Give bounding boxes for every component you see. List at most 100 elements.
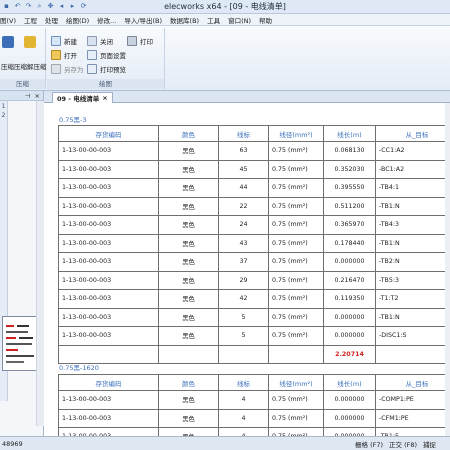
pin-icon[interactable]: ⊣: [25, 92, 31, 100]
table-row[interactable]: 1-13-00-00-003 黑色 4 0.75 (mm²) 0.000000 -CFM1…: [58, 408, 450, 428]
grid-toggle[interactable]: 栅格 (F7): [355, 439, 383, 449]
cell-code: 1-13-00-00-003: [58, 196, 159, 216]
close-document-icon: [87, 36, 97, 46]
print-button[interactable]: 打印: [127, 36, 153, 46]
cell-code: 1-13-00-00-003: [58, 159, 159, 179]
cell-color: 黑色: [158, 390, 219, 410]
cell-from-target: -T1:T2: [375, 289, 450, 309]
cell-code: 1-13-00-00-003: [58, 289, 159, 309]
archive-icon[interactable]: [24, 36, 36, 48]
cell-code: 1-13-00-00-003: [58, 270, 159, 290]
open-button[interactable]: 打开: [51, 50, 77, 60]
cell-length: 0.119350: [323, 289, 376, 309]
cell-gauge: 0.75 (mm²): [268, 289, 324, 309]
col-header-color: 颜色: [158, 374, 219, 391]
cell-from-target: -TB1:N: [375, 233, 450, 253]
thumbnail-mark: [6, 349, 18, 351]
col-header-code: 存货编码: [58, 125, 159, 142]
document-area: 0.75黑-3 存货编码 颜色 线标 线径(mm²) 线长(m) 从_目标 1-…: [44, 103, 450, 436]
menu-item-database[interactable]: 数据库(B): [170, 15, 199, 25]
forward-arrow-icon[interactable]: ▸: [68, 2, 77, 11]
cell-wire-label: 63: [218, 141, 269, 161]
table-row[interactable]: 1-13-00-00-003 黑色 4 0.75 (mm²) 0.000000 -COMP…: [58, 390, 450, 410]
redo-icon[interactable]: ↷: [24, 2, 33, 11]
close-button[interactable]: 关闭: [87, 36, 113, 46]
compress-button[interactable]: 压缩: [1, 61, 14, 71]
menu-item-window[interactable]: 窗口(N): [228, 15, 251, 25]
col-header-color: 颜色: [158, 125, 219, 142]
cell-length: 0.216470: [323, 270, 376, 290]
thumbnail-mark: [6, 343, 32, 345]
menu-item-help[interactable]: 帮助: [259, 15, 272, 25]
menu-item-project[interactable]: 工程: [24, 15, 37, 25]
page-thumbnail[interactable]: [2, 316, 40, 371]
table-row[interactable]: 1-13-00-00-003 黑色 29 0.75 (mm²) 0.216470 -TB5…: [58, 270, 450, 290]
print-preview-label: 打印预览: [100, 66, 126, 74]
table-row[interactable]: 1-13-00-00-003 黑色 44 0.75 (mm²) 0.395550 -TB4…: [58, 178, 450, 198]
table-row[interactable]: 1-13-00-00-003 黑色 43 0.75 (mm²) 0.178440 -TB1…: [58, 233, 450, 253]
cell-length: 0.068130: [323, 141, 376, 161]
cell-color: 黑色: [158, 233, 219, 253]
page-setup-button[interactable]: 页面设置: [87, 50, 126, 60]
close-button-label: 关闭: [100, 38, 113, 46]
tab-wire-list[interactable]: 09 - 电线清单 ×: [52, 92, 113, 103]
table-row[interactable]: 1-13-00-00-003 黑色 22 0.75 (mm²) 0.511200 -TB1…: [58, 196, 450, 216]
menu-item-modify[interactable]: 修改...: [97, 15, 116, 25]
snap-toggle[interactable]: 捕捉: [423, 439, 436, 449]
cell-wire-label: 5: [218, 326, 269, 346]
table-row[interactable]: 1-13-00-00-003 黑色 24 0.75 (mm²) 0.365970 -TB4…: [58, 215, 450, 235]
new-document-icon: [51, 36, 61, 46]
cell-length: 0.178440: [323, 233, 376, 253]
table-total-row: 2.20714: [58, 344, 450, 364]
side-tab-1[interactable]: 1: [0, 103, 7, 110]
table-row[interactable]: 1-13-00-00-003 黑色 63 0.75 (mm²) 0.068130 -CC1…: [58, 141, 450, 161]
menu-item-import-export[interactable]: 导入/导出(B): [124, 15, 162, 25]
save-icon[interactable]: ▪: [2, 2, 11, 11]
ribbon-group-label: 压缩: [0, 79, 45, 89]
left-panel-scrollbar[interactable]: [36, 101, 44, 426]
thumbnail-mark: [17, 325, 29, 327]
menu-item-process[interactable]: 处理: [45, 15, 58, 25]
col-header-wire-label: 线标: [218, 125, 269, 142]
table-row[interactable]: 1-13-00-00-003 黑色 42 0.75 (mm²) 0.119350 -T1:…: [58, 289, 450, 309]
table-row[interactable]: 1-13-00-00-003 黑色 5 0.75 (mm²) 0.000000 -TB1:…: [58, 307, 450, 327]
cell-color: 黑色: [158, 178, 219, 198]
cell-gauge: 0.75 (mm²): [268, 141, 324, 161]
new-button[interactable]: 新建: [51, 36, 77, 46]
cell-length: 0.395550: [323, 178, 376, 198]
zoom-icon[interactable]: ⌕: [35, 2, 44, 11]
ortho-toggle[interactable]: 正交 (F8): [389, 439, 417, 449]
cell-color: 黑色: [158, 196, 219, 216]
cell-wire-label: 45: [218, 159, 269, 179]
table-row[interactable]: 1-13-00-00-003 黑色 37 0.75 (mm²) 0.000000 -TB2…: [58, 252, 450, 272]
side-tab-2[interactable]: 2: [0, 112, 7, 119]
compress-icon[interactable]: [2, 36, 14, 48]
col-header-length: 线长(m): [323, 125, 376, 142]
document-vertical-scrollbar[interactable]: [445, 103, 450, 436]
menu-item-tools[interactable]: 工具: [207, 15, 220, 25]
table-header-row: 存货编码 颜色 线标 线径(mm²) 线长(m) 从_目标: [58, 374, 450, 391]
cell-gauge: 0.75 (mm²): [268, 178, 324, 198]
print-preview-button[interactable]: 打印预览: [87, 64, 126, 74]
pan-icon[interactable]: ✥: [46, 2, 55, 11]
compress-decompress-button[interactable]: 压缩解压缩: [14, 61, 47, 71]
close-icon[interactable]: ×: [102, 94, 107, 102]
thumbnail-mark: [19, 337, 33, 339]
cell-wire-label: 29: [218, 270, 269, 290]
undo-icon[interactable]: ↶: [13, 2, 22, 11]
refresh-icon[interactable]: ⟳: [79, 2, 88, 11]
menu-item-view[interactable]: 图(V): [0, 15, 16, 25]
menu-item-draw[interactable]: 绘图(D): [66, 15, 89, 25]
table-row[interactable]: 1-13-00-00-003 黑色 5 0.75 (mm²) 0.000000 -DISC…: [58, 326, 450, 346]
cell-gauge: 0.75 (mm²): [268, 326, 324, 346]
cell-from-target: -BC1:A2: [375, 159, 450, 179]
thumbnail-mark: [6, 355, 34, 357]
tab-label: 09 - 电线清单: [57, 95, 100, 103]
save-as-button[interactable]: 另存为: [51, 64, 84, 74]
title-bar: ▪ ↶ ↷ ⌕ ✥ ◂ ▸ ⟳ elecworks x64 - [09 - 电线…: [0, 0, 450, 14]
close-icon[interactable]: ×: [35, 92, 40, 100]
cell-color: 黑色: [158, 270, 219, 290]
table-row[interactable]: 1-13-00-00-003 黑色 45 0.75 (mm²) 0.352030 -BC1…: [58, 159, 450, 179]
table-row[interactable]: 1-13-00-00-003黑色40.75 (mm²)0.000000-TB1:…: [58, 427, 450, 436]
back-arrow-icon[interactable]: ◂: [57, 2, 66, 11]
